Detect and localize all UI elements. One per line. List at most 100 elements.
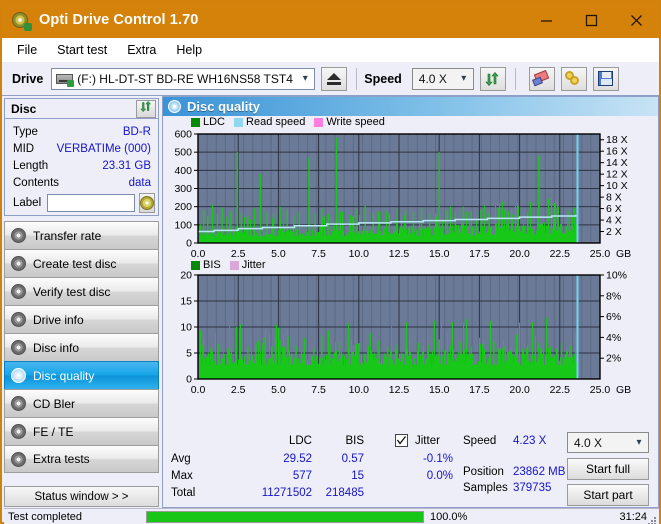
sidebar-item-label: Disc quality xyxy=(33,368,95,383)
refresh-icon xyxy=(139,100,153,118)
link-button[interactable] xyxy=(560,66,587,91)
resize-grip-icon[interactable] xyxy=(647,513,657,524)
disc-panel: Disc Type BD-R MID VERBATIMe (000) Lengt… xyxy=(4,98,159,216)
disc-icon xyxy=(11,451,26,467)
toolbar-separator-2 xyxy=(514,67,516,90)
maximize-icon[interactable] xyxy=(569,2,614,38)
menu-item-extra[interactable]: Extra xyxy=(118,41,165,59)
svg-text:25.0: 25.0 xyxy=(590,384,611,396)
stats-max-bis: 15 xyxy=(351,470,364,482)
speed-select-value: 4.0 X xyxy=(418,71,447,86)
test-speed-select[interactable]: 4.0 X ▾ xyxy=(567,432,649,453)
disc-row-length: Length 23.31 GB xyxy=(5,157,158,174)
drive-select[interactable]: (F:) HL-DT-ST BD-RE WH16NS58 TST4 ▾ xyxy=(51,67,316,90)
legend-swatch-jitter xyxy=(229,260,239,270)
sidebar-item-label: Verify test disc xyxy=(33,284,111,299)
menu-item-help[interactable]: Help xyxy=(167,41,211,59)
chevron-down-icon: ▾ xyxy=(461,72,467,84)
stats-row-label: Avg xyxy=(171,453,191,465)
save-button[interactable] xyxy=(592,66,619,91)
disc-row-key: MID xyxy=(13,142,35,155)
toolbar: Drive (F:) HL-DT-ST BD-RE WH16NS58 TST4 … xyxy=(2,62,659,96)
svg-text:8%: 8% xyxy=(606,290,621,302)
legend-label: Jitter xyxy=(241,259,266,271)
erase-button[interactable] xyxy=(528,66,555,91)
disc-icon xyxy=(11,228,26,243)
legend-item-jitter: Jitter xyxy=(229,259,266,271)
minimize-icon[interactable] xyxy=(524,2,569,38)
svg-text:500: 500 xyxy=(174,147,192,159)
disc-icon xyxy=(11,284,26,299)
progress-bar-fill xyxy=(147,511,423,522)
svg-text:5.0: 5.0 xyxy=(271,384,286,396)
svg-text:6 X: 6 X xyxy=(606,203,622,215)
sidebar-item-label: Create test disc xyxy=(33,256,117,271)
sidebar-item-disc-info[interactable]: Disc info xyxy=(4,333,159,361)
top-chart-canvas[interactable]: 01002003004005006002 X4 X6 X8 X10 X12 X1… xyxy=(163,116,658,261)
stats-max-ldc: 577 xyxy=(292,470,312,482)
svg-text:4%: 4% xyxy=(606,332,621,344)
quality-bottom-chart: BIS Jitter 0 5 10 15 20 2% 4% 6% 8% 10% 0.0 2.5 5.0 7… xyxy=(163,259,658,399)
sidebar-item-drive-info[interactable]: Drive info xyxy=(4,305,159,333)
eject-button[interactable] xyxy=(321,66,348,91)
svg-text:10: 10 xyxy=(180,322,192,334)
eject-icon xyxy=(327,72,342,85)
stats-max-jitter: 0.0% xyxy=(426,470,453,482)
svg-text:200: 200 xyxy=(174,201,192,213)
start-full-button[interactable]: Start full xyxy=(567,458,649,480)
save-icon xyxy=(598,71,614,86)
legend-swatch-write-speed xyxy=(314,117,324,127)
disc-icon xyxy=(168,100,181,113)
svg-text:300: 300 xyxy=(174,183,192,195)
sidebar-item-fe-te[interactable]: FE / TE xyxy=(4,417,159,445)
start-part-button[interactable]: Start part xyxy=(567,484,649,506)
sidebar-item-transfer-rate[interactable]: Transfer rate xyxy=(4,221,159,249)
close-icon[interactable] xyxy=(614,2,659,38)
bottom-chart-canvas[interactable]: 051015202%4%6%8%10%0.0 2.5 5.0 7.5 10.0 12.5 1… xyxy=(163,259,658,399)
menu-item-file[interactable]: File xyxy=(8,41,46,59)
stats-row-label: Total xyxy=(171,487,196,499)
disc-label-button[interactable] xyxy=(139,193,156,213)
sidebar-item-extra-tests[interactable]: Extra tests xyxy=(4,445,159,473)
svg-text:17.5: 17.5 xyxy=(469,384,490,396)
legend-item-bis: BIS xyxy=(191,259,221,271)
legend-swatch-ldc xyxy=(191,117,200,127)
main-panel: Disc quality LDC Read speed Write speed … xyxy=(162,96,659,508)
stats-speed-label: Speed xyxy=(463,435,497,447)
sidebar-item-label: FE / TE xyxy=(33,424,74,439)
bottom-chart-legend: BIS Jitter xyxy=(191,259,275,271)
disc-icon xyxy=(11,256,26,271)
disc-icon xyxy=(140,196,155,210)
svg-text:14 X: 14 X xyxy=(606,157,628,169)
stats-speed-value: 4.23 X xyxy=(513,435,547,447)
sidebar-item-disc-quality[interactable]: Disc quality xyxy=(4,361,159,389)
sidebar-item-cd-bler[interactable]: CD Bler xyxy=(4,389,159,417)
stats-row-label: Max xyxy=(171,470,193,482)
sidebar-item-verify-test-disc[interactable]: Verify test disc xyxy=(4,277,159,305)
quality-top-chart: LDC Read speed Write speed 0 100 200 300 400… xyxy=(163,116,658,261)
disc-label-row: Label xyxy=(5,191,158,215)
menu-item-start-test[interactable]: Start test xyxy=(48,41,116,59)
jitter-checkbox[interactable] xyxy=(395,434,408,447)
drive-icon xyxy=(56,71,75,87)
status-bar: Test completed 100.0% 31:24 xyxy=(4,508,659,524)
status-window-button[interactable]: Status window > > xyxy=(4,486,159,507)
svg-text:10%: 10% xyxy=(606,270,627,282)
svg-text:7.5: 7.5 xyxy=(311,384,326,396)
disc-refresh-button[interactable] xyxy=(136,99,156,118)
progress-bar xyxy=(146,510,424,523)
refresh-button[interactable] xyxy=(479,66,506,91)
window-title: Opti Drive Control 1.70 xyxy=(39,12,199,28)
sidebar-item-create-test-disc[interactable]: Create test disc xyxy=(4,249,159,277)
svg-text:20.0: 20.0 xyxy=(509,384,530,396)
svg-text:2%: 2% xyxy=(606,353,621,365)
speed-select[interactable]: 4.0 X ▾ xyxy=(411,67,474,90)
sidebar-item-label: Drive info xyxy=(33,312,84,327)
svg-text:6%: 6% xyxy=(606,311,621,323)
link-icon xyxy=(565,70,582,87)
sidebar-item-label: Transfer rate xyxy=(33,228,102,243)
disc-label-key: Label xyxy=(13,197,42,209)
disc-label-input[interactable] xyxy=(47,194,136,212)
svg-text:8 X: 8 X xyxy=(606,192,622,204)
sidebar-item-label: Extra tests xyxy=(33,452,90,466)
